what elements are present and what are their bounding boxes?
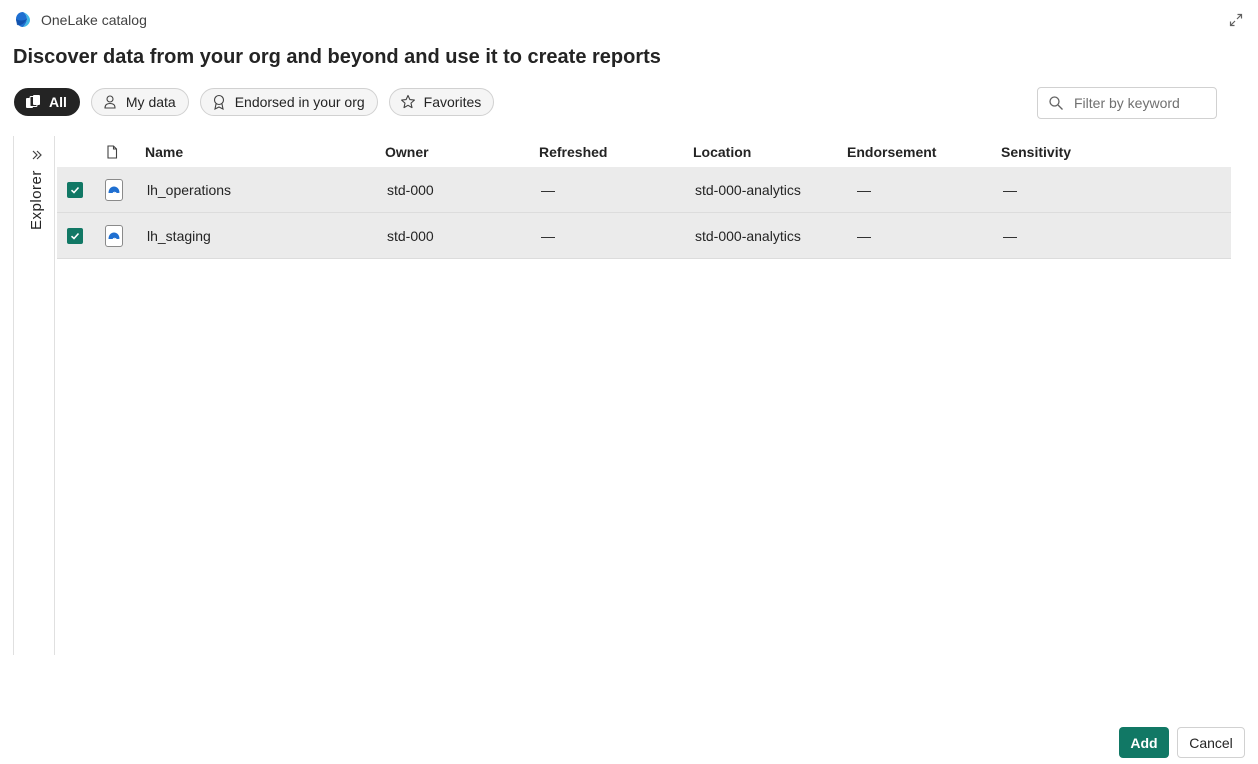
- column-header-endorsement[interactable]: Endorsement: [847, 144, 1001, 160]
- cancel-button[interactable]: Cancel: [1177, 727, 1245, 758]
- row-checkbox[interactable]: [67, 227, 83, 244]
- chip-favorites[interactable]: Favorites: [388, 88, 495, 116]
- chip-my-data[interactable]: My data: [90, 88, 189, 116]
- checkmark-icon: [70, 232, 80, 240]
- catalog-table: Name Owner Refreshed Location Endorsemen…: [57, 136, 1231, 259]
- row-select-cell: [57, 181, 105, 198]
- checkmark-icon: [70, 186, 80, 194]
- title-bar: OneLake catalog: [13, 9, 147, 31]
- cell-sensitivity: —: [1003, 227, 1017, 244]
- chip-label: Endorsed in your org: [234, 94, 365, 110]
- lakehouse-icon: [105, 224, 123, 247]
- chip-label: All: [49, 94, 67, 110]
- page-headline: Discover data from your org and beyond a…: [13, 46, 661, 68]
- cell-name[interactable]: lh_staging: [145, 228, 385, 244]
- chip-label: My data: [125, 94, 176, 110]
- search-icon: [1049, 96, 1063, 110]
- header-type-cell: [105, 144, 145, 159]
- column-header-sensitivity[interactable]: Sensitivity: [1001, 144, 1161, 160]
- cell-endorsement: —: [857, 181, 871, 198]
- row-type-cell: [105, 224, 145, 247]
- cell-endorsement: —: [857, 227, 871, 244]
- row-type-cell: [105, 178, 145, 201]
- cell-owner: std-000: [387, 181, 434, 198]
- chip-label: Favorites: [423, 94, 482, 110]
- onelake-logo-icon: [16, 12, 30, 27]
- row-select-cell: [57, 227, 105, 244]
- table-header: Name Owner Refreshed Location Endorsemen…: [57, 136, 1231, 167]
- star-icon: [400, 94, 415, 109]
- cell-location: std-000-analytics: [695, 181, 801, 198]
- filter-chips: All My data Endorsed in your org Favorit…: [14, 88, 495, 116]
- ribbon-icon: [213, 94, 224, 110]
- explorer-label[interactable]: Explorer: [28, 170, 45, 230]
- filter-box: [1037, 87, 1217, 119]
- column-header-location[interactable]: Location: [693, 144, 847, 160]
- column-header-name[interactable]: Name: [145, 144, 385, 160]
- filter-input[interactable]: [1072, 94, 1206, 112]
- chip-endorsed[interactable]: Endorsed in your org: [199, 88, 378, 116]
- cell-location: std-000-analytics: [695, 227, 801, 244]
- cell-refreshed: —: [541, 227, 555, 244]
- table-row[interactable]: lh_staging std-000 — std-000-analytics —…: [57, 213, 1231, 259]
- chevron-double-right-icon[interactable]: [30, 148, 44, 162]
- stack-icon: [26, 95, 40, 108]
- document-icon: [107, 144, 118, 159]
- table-row[interactable]: lh_operations std-000 — std-000-analytic…: [57, 167, 1231, 213]
- column-header-refreshed[interactable]: Refreshed: [539, 144, 693, 160]
- cell-name[interactable]: lh_operations: [145, 182, 385, 198]
- row-checkbox[interactable]: [67, 181, 83, 198]
- cell-owner: std-000: [387, 227, 434, 244]
- column-header-owner[interactable]: Owner: [385, 144, 539, 160]
- lakehouse-icon: [105, 178, 123, 201]
- person-icon: [104, 95, 116, 109]
- expand-icon[interactable]: [1228, 12, 1244, 28]
- cell-refreshed: —: [541, 181, 555, 198]
- app-title: OneLake catalog: [41, 12, 147, 28]
- cell-sensitivity: —: [1003, 181, 1017, 198]
- add-button[interactable]: Add: [1119, 727, 1169, 758]
- explorer-panel: Explorer: [13, 136, 55, 655]
- chip-all[interactable]: All: [14, 88, 80, 116]
